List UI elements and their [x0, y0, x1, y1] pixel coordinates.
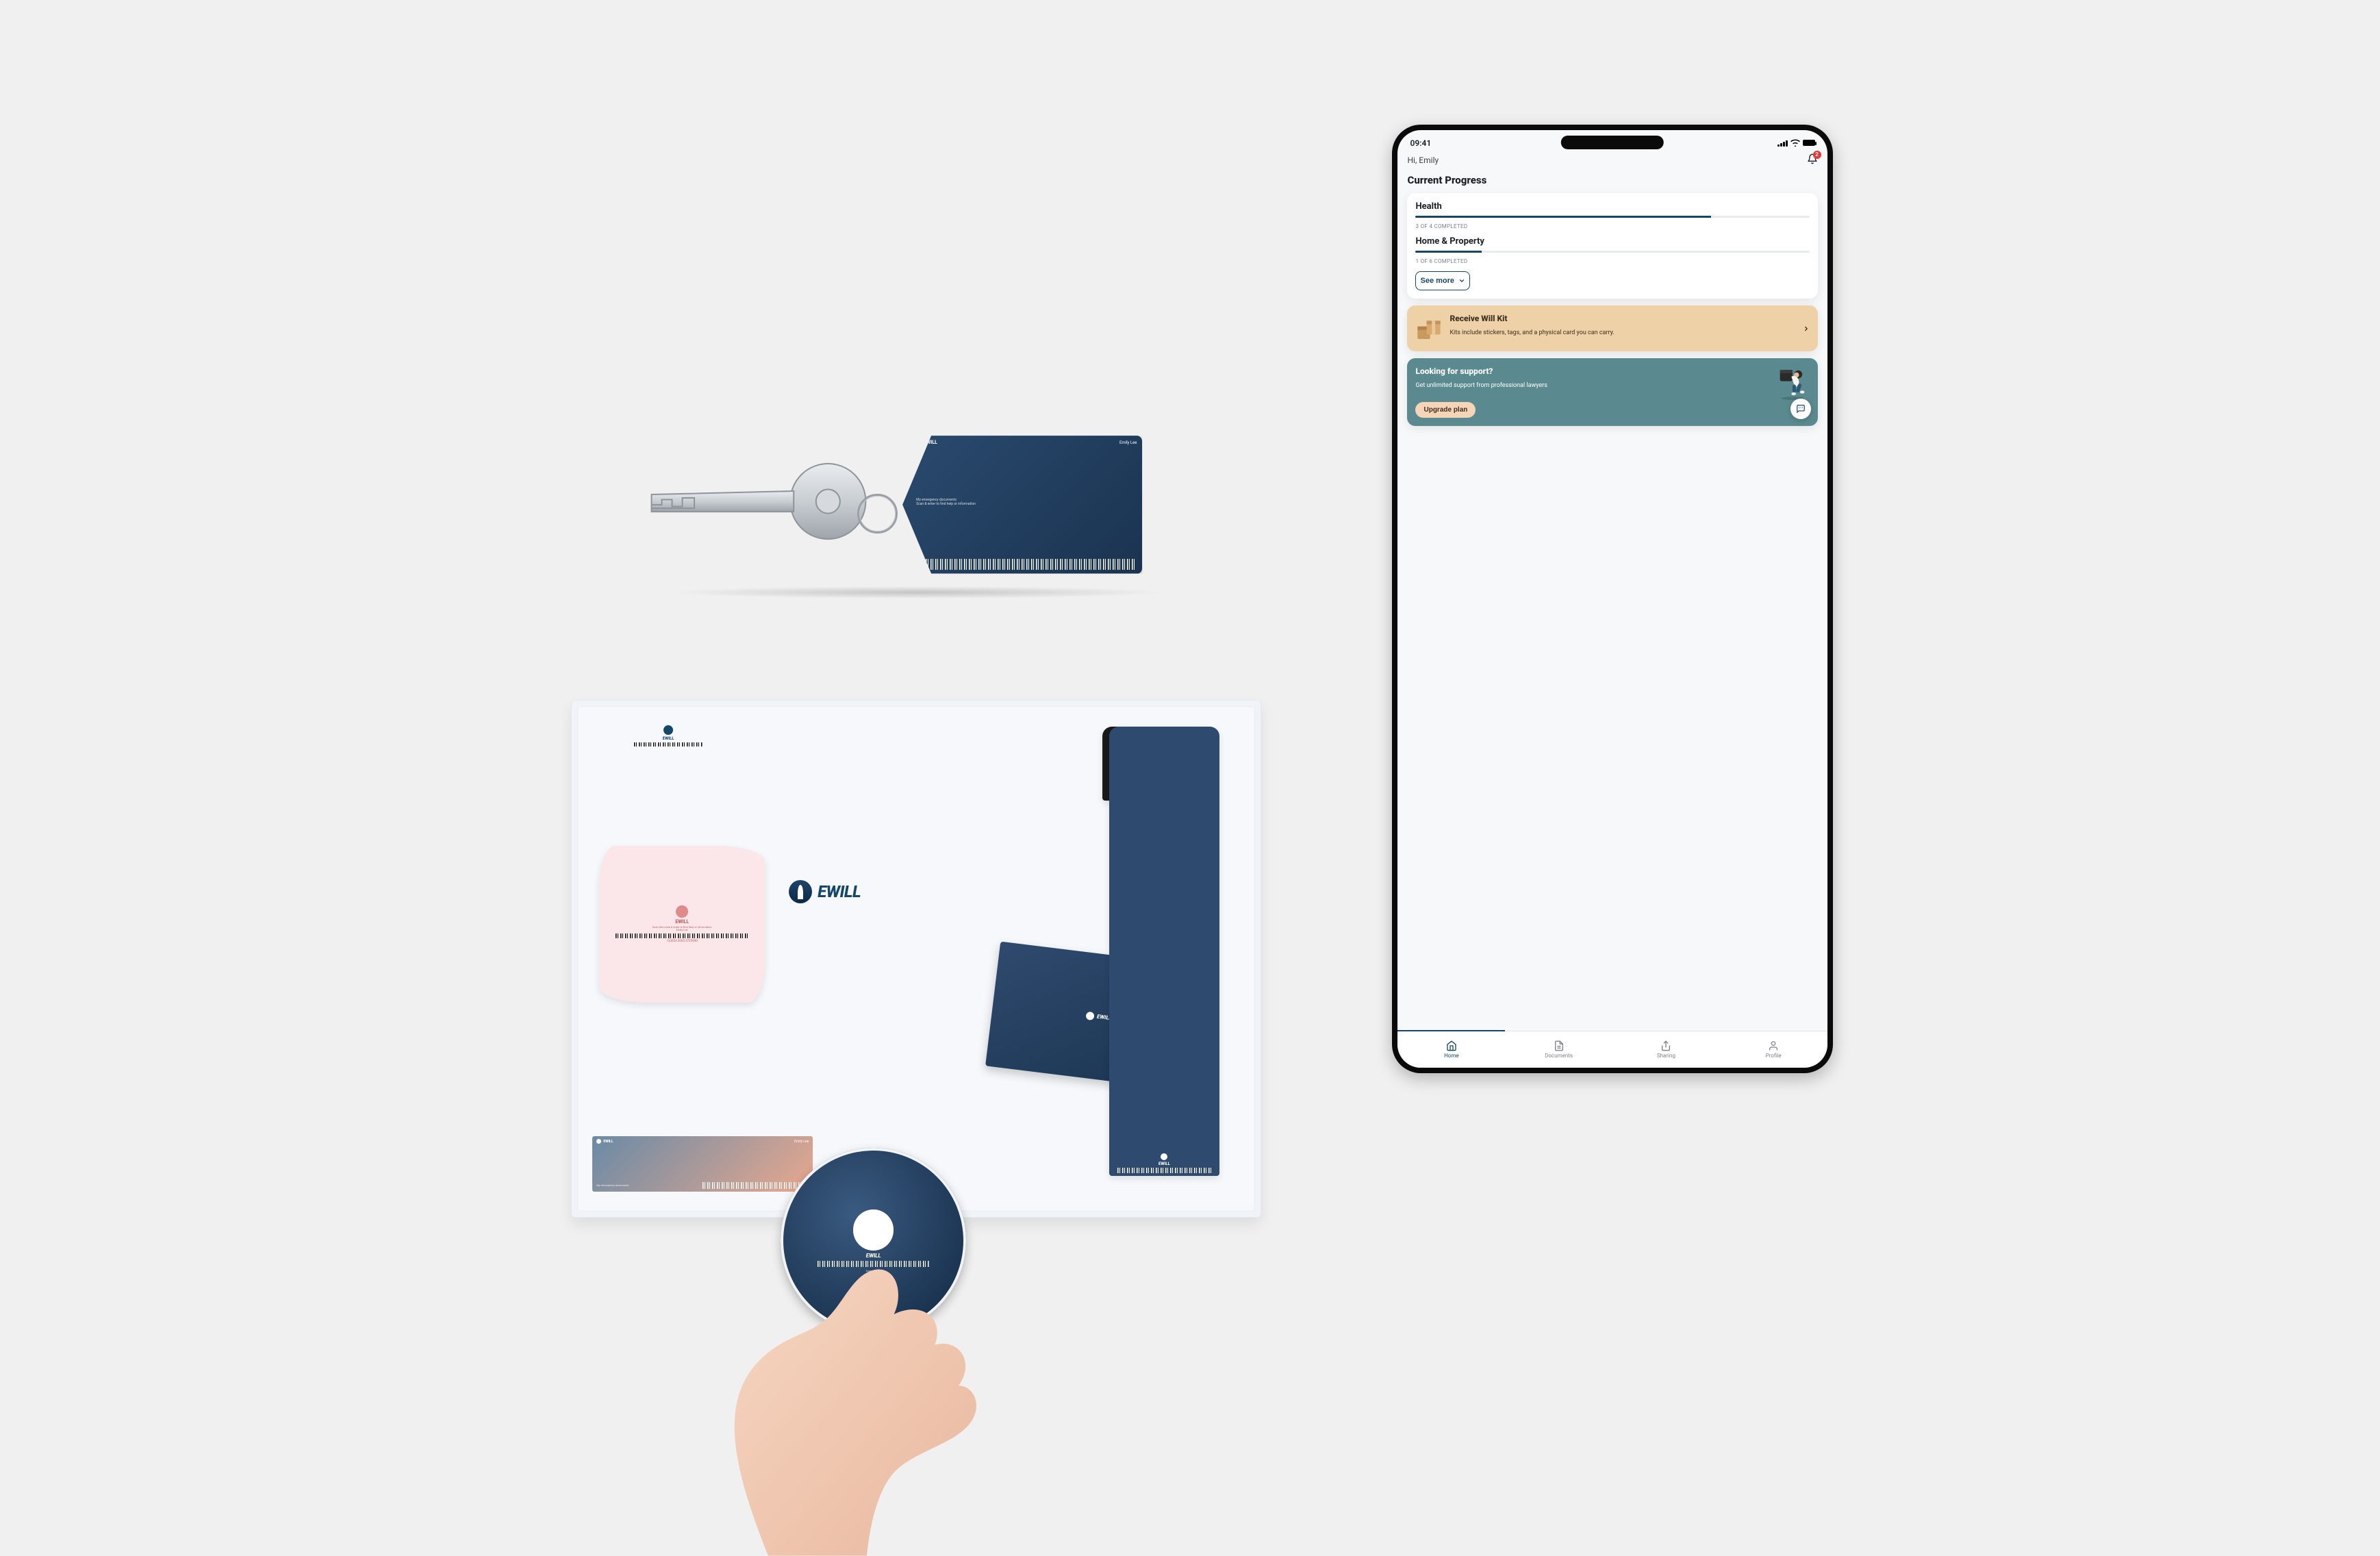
tag-logo: EWILL — [916, 440, 937, 445]
tab-profile[interactable]: Profile — [1720, 1031, 1827, 1068]
product-box: EWILL EWILL EWILL Scan this code & enter… — [571, 700, 1261, 1218]
tab-documents[interactable]: Documents — [1505, 1031, 1612, 1068]
progress-item-health[interactable]: Health 3 OF 4 COMPLETED — [1415, 201, 1809, 229]
chat-fab[interactable] — [1790, 399, 1811, 419]
greeting: Hi, Emily — [1407, 155, 1439, 165]
barcode-icon — [916, 559, 1137, 570]
tag-lines: My emergency documents Scan & enter to f… — [916, 498, 1137, 506]
sticker-mini-logo: EWILL — [627, 722, 710, 813]
notifications-button[interactable]: 2 — [1807, 153, 1818, 167]
sticker-pink: EWILL Scan this code & enter to find hel… — [599, 846, 764, 1003]
progress-item-home[interactable]: Home & Property 1 OF 6 COMPLETED — [1415, 236, 1809, 264]
status-time: 09:41 — [1410, 138, 1431, 148]
cellular-icon — [1777, 140, 1788, 147]
chevron-down-icon — [1458, 277, 1465, 284]
battery-icon — [1803, 140, 1815, 146]
promo-support[interactable]: Looking for support? Get unlimited suppo… — [1407, 358, 1817, 426]
key-icon — [643, 460, 883, 542]
sticker-domed-blue: EWILL — [1109, 727, 1219, 1176]
tab-bar: Home Documents Sharing Profile — [1397, 1031, 1827, 1068]
key-tag: EWILL Emily Lee My emergency documents S… — [902, 436, 1142, 573]
keychain: EWILL Emily Lee My emergency documents S… — [643, 436, 1143, 573]
chevron-right-icon — [1803, 325, 1810, 332]
hand-icon — [666, 1216, 1023, 1556]
box-brand: EWILL — [785, 877, 1061, 907]
chat-icon — [1796, 404, 1806, 414]
dynamic-island — [1561, 136, 1664, 149]
home-icon — [1446, 1040, 1457, 1051]
feather-logo-icon — [789, 880, 812, 903]
tag-owner: Emily Lee — [1119, 440, 1137, 445]
page-title: Current Progress — [1407, 174, 1817, 186]
notification-badge: 2 — [1813, 151, 1821, 159]
hand-holding-sticker: EWILL Scan & enter — [666, 1148, 1023, 1556]
tab-home[interactable]: Home — [1397, 1031, 1505, 1068]
wifi-icon — [1790, 139, 1800, 147]
share-icon — [1660, 1040, 1671, 1051]
profile-icon — [1768, 1040, 1779, 1051]
see-more-button[interactable]: See more — [1415, 271, 1470, 290]
document-icon — [1554, 1040, 1565, 1051]
upgrade-plan-button[interactable]: Upgrade plan — [1415, 402, 1476, 418]
progress-bar — [1415, 216, 1809, 218]
phone-device: 09:41 Hi, Emily — [1392, 125, 1832, 1073]
boxes-icon — [1415, 315, 1443, 342]
split-ring — [857, 494, 897, 534]
character-carrying-box-icon — [1775, 366, 1810, 401]
progress-bar — [1415, 251, 1809, 253]
tab-sharing[interactable]: Sharing — [1612, 1031, 1720, 1068]
progress-card: Health 3 OF 4 COMPLETED Home & Property … — [1407, 193, 1817, 299]
promo-will-kit[interactable]: Receive Will Kit Kits include stickers, … — [1407, 305, 1817, 352]
